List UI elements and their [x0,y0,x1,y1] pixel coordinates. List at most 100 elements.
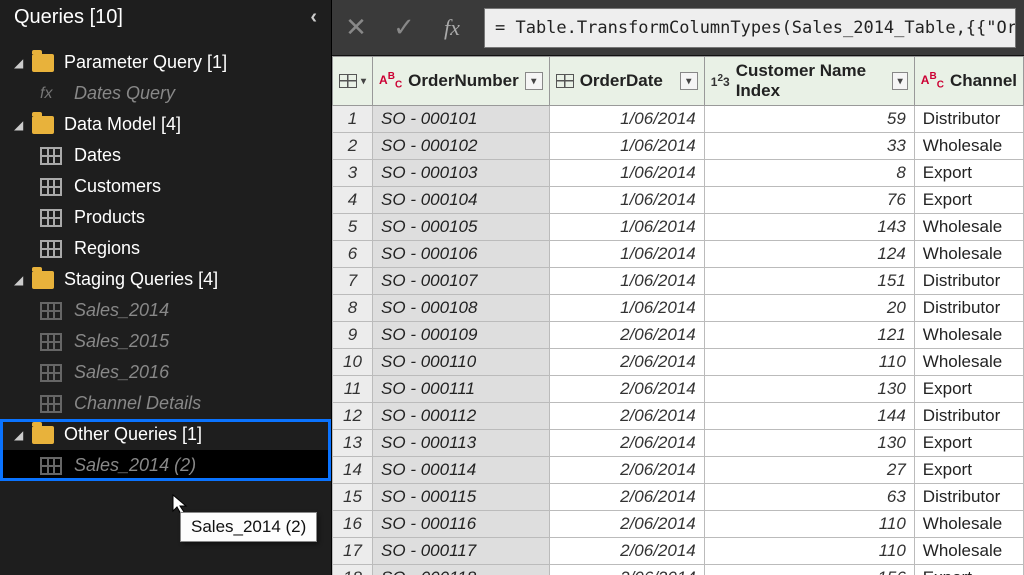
group-data-model[interactable]: ◢ Data Model [4] [0,109,331,140]
cell-customer-index[interactable]: 8 [704,160,914,187]
cell-channel[interactable]: Wholesale [914,538,1023,565]
table-row[interactable]: 8SO - 0001081/06/201420Distributor [333,295,1024,322]
table-row[interactable]: 2SO - 0001021/06/201433Wholesale [333,133,1024,160]
cell-ordernumber[interactable]: SO - 000115 [373,484,550,511]
cell-channel[interactable]: Distributor [914,484,1023,511]
cell-ordernumber[interactable]: SO - 000107 [373,268,550,295]
cell-customer-index[interactable]: 156 [704,565,914,575]
cell-ordernumber[interactable]: SO - 000104 [373,187,550,214]
sidebar-collapse-button[interactable]: ‹ [310,6,317,29]
row-number[interactable]: 16 [333,511,373,538]
cell-orderdate[interactable]: 2/06/2014 [549,322,704,349]
column-header-customer-index[interactable]: 123 Customer Name Index ▾ [704,57,914,106]
column-header-ordernumber[interactable]: ABC OrderNumber ▾ [373,57,550,106]
row-number[interactable]: 17 [333,538,373,565]
column-filter-button[interactable]: ▾ [680,72,698,90]
cell-ordernumber[interactable]: SO - 000116 [373,511,550,538]
row-number[interactable]: 12 [333,403,373,430]
cell-customer-index[interactable]: 121 [704,322,914,349]
cell-orderdate[interactable]: 2/06/2014 [549,349,704,376]
cell-channel[interactable]: Export [914,160,1023,187]
table-row[interactable]: 5SO - 0001051/06/2014143Wholesale [333,214,1024,241]
cell-ordernumber[interactable]: SO - 000108 [373,295,550,322]
cell-customer-index[interactable]: 144 [704,403,914,430]
cell-customer-index[interactable]: 110 [704,511,914,538]
row-number[interactable]: 2 [333,133,373,160]
table-row[interactable]: 15SO - 0001152/06/201463Distributor [333,484,1024,511]
table-row[interactable]: 12SO - 0001122/06/2014144Distributor [333,403,1024,430]
column-header-orderdate[interactable]: OrderDate ▾ [549,57,704,106]
cancel-formula-button[interactable]: ✕ [340,12,372,44]
table-row[interactable]: 3SO - 0001031/06/20148Export [333,160,1024,187]
cell-ordernumber[interactable]: SO - 000109 [373,322,550,349]
cell-channel[interactable]: Wholesale [914,511,1023,538]
row-number[interactable]: 6 [333,241,373,268]
cell-orderdate[interactable]: 2/06/2014 [549,403,704,430]
cell-customer-index[interactable]: 110 [704,538,914,565]
cell-ordernumber[interactable]: SO - 000110 [373,349,550,376]
cell-channel[interactable]: Export [914,187,1023,214]
cell-channel[interactable]: Wholesale [914,214,1023,241]
cell-ordernumber[interactable]: SO - 000112 [373,403,550,430]
cell-orderdate[interactable]: 1/06/2014 [549,268,704,295]
cell-orderdate[interactable]: 2/06/2014 [549,484,704,511]
cell-customer-index[interactable]: 33 [704,133,914,160]
query-regions[interactable]: Regions [0,233,331,264]
cell-customer-index[interactable]: 59 [704,106,914,133]
row-number[interactable]: 8 [333,295,373,322]
row-number[interactable]: 5 [333,214,373,241]
query-sales-2016[interactable]: Sales_2016 [0,357,331,388]
cell-channel[interactable]: Wholesale [914,349,1023,376]
table-row[interactable]: 13SO - 0001132/06/2014130Export [333,430,1024,457]
cell-channel[interactable]: Distributor [914,403,1023,430]
cell-ordernumber[interactable]: SO - 000114 [373,457,550,484]
cell-customer-index[interactable]: 151 [704,268,914,295]
group-other-queries[interactable]: ◢ Other Queries [1] [0,419,331,450]
cell-orderdate[interactable]: 2/06/2014 [549,457,704,484]
table-row[interactable]: 17SO - 0001172/06/2014110Wholesale [333,538,1024,565]
cell-channel[interactable]: Export [914,376,1023,403]
cell-orderdate[interactable]: 2/06/2014 [549,430,704,457]
row-number[interactable]: 10 [333,349,373,376]
query-dates[interactable]: Dates [0,140,331,171]
cell-channel[interactable]: Export [914,565,1023,575]
fx-button[interactable]: fx [436,12,468,44]
query-customers[interactable]: Customers [0,171,331,202]
table-row[interactable]: 6SO - 0001061/06/2014124Wholesale [333,241,1024,268]
cell-channel[interactable]: Distributor [914,106,1023,133]
table-row[interactable]: 16SO - 0001162/06/2014110Wholesale [333,511,1024,538]
cell-ordernumber[interactable]: SO - 000113 [373,430,550,457]
confirm-formula-button[interactable]: ✓ [388,12,420,44]
group-parameter-query[interactable]: ◢ Parameter Query [1] [0,47,331,78]
table-row[interactable]: 10SO - 0001102/06/2014110Wholesale [333,349,1024,376]
cell-orderdate[interactable]: 1/06/2014 [549,295,704,322]
cell-customer-index[interactable]: 124 [704,241,914,268]
column-filter-button[interactable]: ▾ [892,72,907,90]
cell-channel[interactable]: Wholesale [914,241,1023,268]
table-row[interactable]: 14SO - 0001142/06/201427Export [333,457,1024,484]
cell-ordernumber[interactable]: SO - 000102 [373,133,550,160]
table-row[interactable]: 4SO - 0001041/06/201476Export [333,187,1024,214]
cell-channel[interactable]: Export [914,457,1023,484]
cell-orderdate[interactable]: 2/06/2014 [549,538,704,565]
table-row[interactable]: 11SO - 0001112/06/2014130Export [333,376,1024,403]
cell-channel[interactable]: Distributor [914,295,1023,322]
column-header-channel[interactable]: ABC Channel [914,57,1023,106]
cell-customer-index[interactable]: 110 [704,349,914,376]
cell-channel[interactable]: Distributor [914,268,1023,295]
cell-ordernumber[interactable]: SO - 000105 [373,214,550,241]
formula-input[interactable]: = Table.TransformColumnTypes(Sales_2014_… [484,8,1016,48]
query-dates-query[interactable]: fx Dates Query [0,78,331,109]
cell-orderdate[interactable]: 2/06/2014 [549,376,704,403]
cell-customer-index[interactable]: 130 [704,376,914,403]
table-row[interactable]: 1SO - 0001011/06/201459Distributor [333,106,1024,133]
cell-ordernumber[interactable]: SO - 000106 [373,241,550,268]
cell-customer-index[interactable]: 76 [704,187,914,214]
row-number[interactable]: 4 [333,187,373,214]
row-number[interactable]: 1 [333,106,373,133]
cell-channel[interactable]: Wholesale [914,133,1023,160]
row-number[interactable]: 3 [333,160,373,187]
table-row[interactable]: 7SO - 0001071/06/2014151Distributor [333,268,1024,295]
cell-ordernumber[interactable]: SO - 000118 [373,565,550,575]
cell-channel[interactable]: Wholesale [914,322,1023,349]
